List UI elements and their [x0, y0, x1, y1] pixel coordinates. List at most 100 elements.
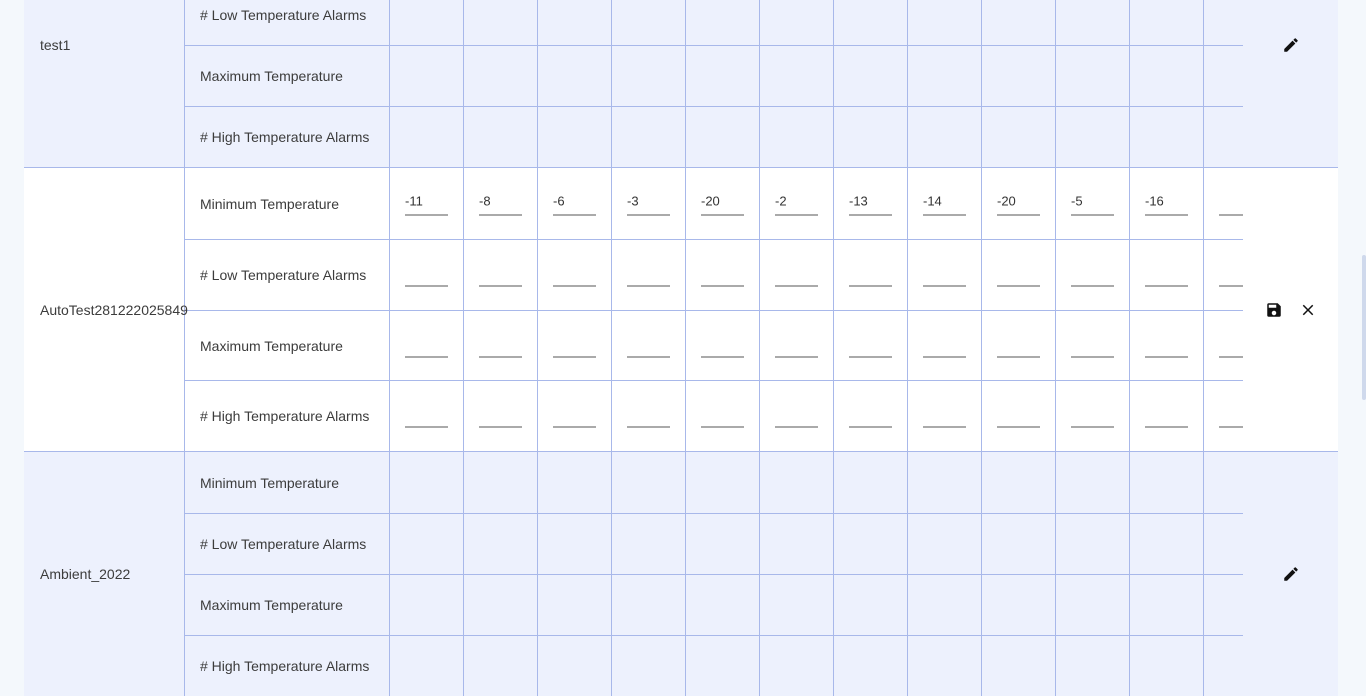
- save-icon[interactable]: [1265, 301, 1283, 319]
- value-cell[interactable]: [908, 311, 982, 380]
- value-cell[interactable]: [612, 381, 686, 451]
- value-cell[interactable]: [686, 240, 760, 310]
- value-cell[interactable]: -13: [834, 168, 908, 239]
- value-cell[interactable]: [1056, 381, 1130, 451]
- value-cell[interactable]: [834, 240, 908, 310]
- vertical-scrollbar[interactable]: [1360, 0, 1366, 604]
- value-cell[interactable]: [760, 381, 834, 451]
- value-input[interactable]: -20: [997, 192, 1040, 215]
- value-cell[interactable]: [538, 381, 612, 451]
- scrollbar-thumb[interactable]: [1362, 255, 1366, 400]
- value-input[interactable]: [923, 264, 966, 287]
- value-cell[interactable]: [390, 381, 464, 451]
- value-cell[interactable]: [1056, 311, 1130, 380]
- value-input[interactable]: [997, 334, 1040, 357]
- value-input[interactable]: [627, 264, 670, 287]
- value-cell[interactable]: [390, 240, 464, 310]
- value-cell[interactable]: -8: [464, 168, 538, 239]
- value-input[interactable]: [1219, 192, 1243, 215]
- value-input[interactable]: [701, 334, 744, 357]
- value-cell[interactable]: -20: [686, 168, 760, 239]
- value-input[interactable]: -14: [923, 192, 966, 215]
- value-cell[interactable]: [1204, 311, 1243, 380]
- value-input[interactable]: [775, 334, 818, 357]
- value-cell[interactable]: [538, 311, 612, 380]
- value-input[interactable]: [1145, 264, 1188, 287]
- value-input[interactable]: [405, 405, 448, 428]
- value-input[interactable]: [1145, 405, 1188, 428]
- value-input[interactable]: [405, 264, 448, 287]
- value-cell[interactable]: [982, 240, 1056, 310]
- value-input[interactable]: [627, 334, 670, 357]
- value-input[interactable]: [1145, 334, 1188, 357]
- value-input[interactable]: [849, 334, 892, 357]
- value-input[interactable]: [1219, 405, 1243, 428]
- value-cell[interactable]: [1204, 240, 1243, 310]
- value-cell[interactable]: [1204, 168, 1243, 239]
- value-input[interactable]: [479, 405, 522, 428]
- value-input[interactable]: [553, 334, 596, 357]
- value-cell[interactable]: -14: [908, 168, 982, 239]
- value-cell[interactable]: -20: [982, 168, 1056, 239]
- value-input[interactable]: [849, 405, 892, 428]
- value-input[interactable]: -3: [627, 192, 670, 215]
- value-input[interactable]: -5: [1071, 192, 1114, 215]
- value-input[interactable]: [1071, 405, 1114, 428]
- value-cell[interactable]: [908, 240, 982, 310]
- value-input[interactable]: [1219, 334, 1243, 357]
- value-cell[interactable]: -5: [1056, 168, 1130, 239]
- value-input[interactable]: -2: [775, 192, 818, 215]
- value-cell[interactable]: -11: [390, 168, 464, 239]
- value-cell[interactable]: [464, 240, 538, 310]
- value-input[interactable]: [701, 405, 744, 428]
- value-input[interactable]: [627, 405, 670, 428]
- value-cell[interactable]: [982, 381, 1056, 451]
- value-input[interactable]: [997, 264, 1040, 287]
- value-cell[interactable]: [834, 381, 908, 451]
- value-cell[interactable]: -6: [538, 168, 612, 239]
- value-cell[interactable]: [1204, 381, 1243, 451]
- value-input[interactable]: [923, 405, 966, 428]
- value-input[interactable]: [997, 405, 1040, 428]
- value-cell[interactable]: [464, 381, 538, 451]
- value-cell[interactable]: [390, 311, 464, 380]
- value-cell[interactable]: [612, 311, 686, 380]
- value-cell[interactable]: [686, 381, 760, 451]
- value-input[interactable]: -20: [701, 192, 744, 215]
- value-cell[interactable]: [760, 311, 834, 380]
- value-cell[interactable]: -2: [760, 168, 834, 239]
- value-input[interactable]: -13: [849, 192, 892, 215]
- value-input[interactable]: [1219, 264, 1243, 287]
- value-input[interactable]: -6: [553, 192, 596, 215]
- value-input[interactable]: [1071, 334, 1114, 357]
- value-input[interactable]: [923, 334, 966, 357]
- value-cell[interactable]: [686, 311, 760, 380]
- pencil-icon[interactable]: [1282, 36, 1300, 54]
- value-cell[interactable]: [612, 240, 686, 310]
- value-input[interactable]: [849, 264, 892, 287]
- pencil-icon[interactable]: [1282, 565, 1300, 583]
- value-input[interactable]: [1071, 264, 1114, 287]
- value-cell[interactable]: [760, 240, 834, 310]
- value-input[interactable]: [701, 264, 744, 287]
- value-cell[interactable]: [1130, 381, 1204, 451]
- value-cell[interactable]: -3: [612, 168, 686, 239]
- value-input[interactable]: [479, 334, 522, 357]
- value-cell[interactable]: [1130, 240, 1204, 310]
- value-cell[interactable]: [1056, 240, 1130, 310]
- value-cell[interactable]: [464, 311, 538, 380]
- value-cell[interactable]: [538, 240, 612, 310]
- value-cell[interactable]: [834, 311, 908, 380]
- value-input[interactable]: [775, 264, 818, 287]
- value-input[interactable]: [553, 405, 596, 428]
- value-input[interactable]: [405, 334, 448, 357]
- value-cell[interactable]: [1130, 311, 1204, 380]
- close-icon[interactable]: [1299, 301, 1317, 319]
- value-input[interactable]: [775, 405, 818, 428]
- value-cell[interactable]: [908, 381, 982, 451]
- value-input[interactable]: [479, 264, 522, 287]
- value-input[interactable]: [553, 264, 596, 287]
- value-input[interactable]: -11: [405, 192, 448, 215]
- value-cell[interactable]: -16: [1130, 168, 1204, 239]
- value-input[interactable]: -8: [479, 192, 522, 215]
